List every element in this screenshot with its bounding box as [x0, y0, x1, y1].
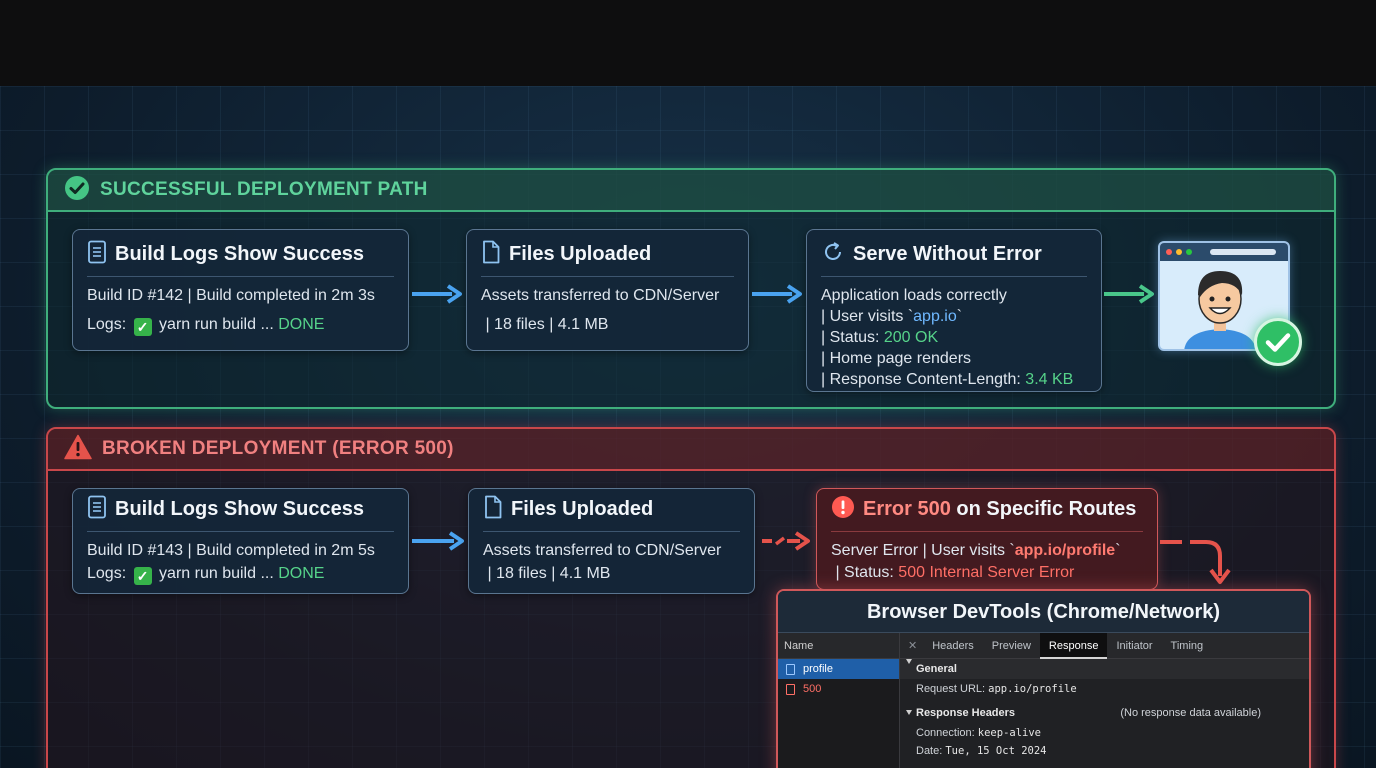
success-section-title: SUCCESSFUL DEPLOYMENT PATH	[100, 179, 428, 200]
tab-timing[interactable]: Timing	[1162, 633, 1213, 659]
refresh-icon	[821, 240, 845, 269]
devtools-tabs: ✕ Headers Preview Response Initiator Tim…	[900, 632, 1309, 659]
serve-line: | Home page renders	[821, 350, 972, 367]
caret-down-icon	[906, 659, 912, 664]
serve-status-line: | Status: 200 OK	[821, 329, 939, 346]
serve-visits-line: | User visits `app.io`	[821, 308, 963, 325]
success-check-icon	[1254, 318, 1302, 366]
error-visits-line: Server Error | User visits `app.io/profi…	[831, 542, 1121, 559]
tab-response[interactable]: Response	[1039, 632, 1108, 659]
tab-headers[interactable]: Headers	[923, 633, 983, 659]
upload-info-text: Assets transferred to CDN/Server	[483, 542, 722, 559]
check-mark-icon: ✓	[133, 567, 152, 585]
card-title: Serve Without Error	[853, 243, 1042, 265]
devtools-title: Browser DevTools (Chrome/Network)	[778, 591, 1309, 633]
broken-section-header: BROKEN DEPLOYMENT (ERROR 500)	[48, 429, 1334, 471]
error-circle-icon	[831, 495, 855, 524]
tab-initiator[interactable]: Initiator	[1107, 633, 1161, 659]
status-error: 500 Internal Server Error	[898, 564, 1075, 581]
url-link[interactable]: app.io/profile	[1015, 542, 1115, 559]
name-column-header[interactable]: Name	[778, 633, 899, 659]
card-title: Build Logs Show Success	[115, 498, 364, 520]
connection-row: Connection: keep-alive	[916, 727, 1041, 739]
broken-section-title: BROKEN DEPLOYMENT (ERROR 500)	[102, 438, 454, 459]
serve-card: Serve Without Error Application loads co…	[806, 229, 1102, 392]
check-circle-icon	[64, 175, 90, 206]
error-status-line: | Status: 500 Internal Server Error	[831, 564, 1075, 581]
file-icon	[481, 240, 501, 269]
success-build-card: Build Logs Show Success Build ID #142 | …	[72, 229, 409, 351]
general-section-toggle[interactable]: General	[900, 659, 1309, 679]
network-request-list: Name profile 500	[778, 633, 900, 768]
close-icon[interactable]: ✕	[900, 639, 923, 652]
upload-size-text: | 18 files | 4.1 MB	[481, 316, 609, 333]
serve-line: Application loads correctly	[821, 287, 1007, 304]
success-section-header: SUCCESSFUL DEPLOYMENT PATH	[48, 170, 1334, 212]
arrow-right-icon	[412, 531, 464, 551]
url-link[interactable]: app.io	[913, 308, 957, 325]
file-icon	[483, 495, 503, 524]
done-status: DONE	[278, 565, 325, 582]
caret-down-icon	[906, 710, 912, 715]
upload-size-text: | 18 files | 4.1 MB	[483, 565, 611, 582]
success-upload-card: Files Uploaded Assets transferred to CDN…	[466, 229, 749, 351]
arrow-down-icon	[1160, 540, 1231, 584]
card-title: Build Logs Show Success	[115, 243, 364, 265]
date-row: Date: Tue, 15 Oct 2024	[916, 745, 1047, 757]
document-icon	[87, 240, 107, 269]
request-row-500[interactable]: 500	[778, 679, 899, 699]
done-status: DONE	[278, 316, 325, 333]
devtools-panel: Browser DevTools (Chrome/Network) Name p…	[776, 589, 1311, 768]
tab-preview[interactable]: Preview	[983, 633, 1040, 659]
request-row-profile[interactable]: profile	[778, 659, 899, 679]
request-details: ✕ Headers Preview Response Initiator Tim…	[900, 632, 1309, 768]
arrow-right-icon	[1104, 284, 1154, 304]
build-info-text: Build ID #142 | Build completed in 2m 3s	[87, 287, 375, 304]
check-mark-icon: ✓	[133, 318, 152, 336]
file-icon	[786, 683, 795, 695]
arrow-right-icon	[412, 284, 462, 304]
card-title: Error 500 on Specific Routes	[863, 498, 1137, 520]
no-data-note: (No response data available)	[1120, 707, 1261, 719]
file-icon	[786, 663, 795, 675]
card-title: Files Uploaded	[509, 243, 652, 265]
upload-info-text: Assets transferred to CDN/Server	[481, 287, 720, 304]
status-ok: 200 OK	[883, 329, 939, 346]
serve-length-line: | Response Content-Length: 3.4 KB	[821, 371, 1074, 388]
card-title: Files Uploaded	[511, 498, 654, 520]
build-logs-line: Logs: ✓ yarn run build ... DONE	[87, 316, 325, 336]
request-url-row: Request URL: app.io/profile	[916, 683, 1077, 695]
top-black-bar	[0, 0, 1376, 86]
broken-build-card: Build Logs Show Success Build ID #143 | …	[72, 488, 409, 594]
warning-triangle-icon	[64, 434, 92, 465]
build-info-text: Build ID #143 | Build completed in 2m 5s	[87, 542, 375, 559]
error-card: Error 500 on Specific Routes Server Erro…	[816, 488, 1158, 590]
broken-arrow-icon	[762, 531, 810, 551]
broken-upload-card: Files Uploaded Assets transferred to CDN…	[468, 488, 755, 594]
document-icon	[87, 495, 107, 524]
response-headers-toggle[interactable]: Response Headers (No response data availa…	[900, 703, 1309, 723]
build-logs-line: Logs: ✓ yarn run build ... DONE	[87, 565, 325, 585]
arrow-right-icon	[752, 284, 802, 304]
